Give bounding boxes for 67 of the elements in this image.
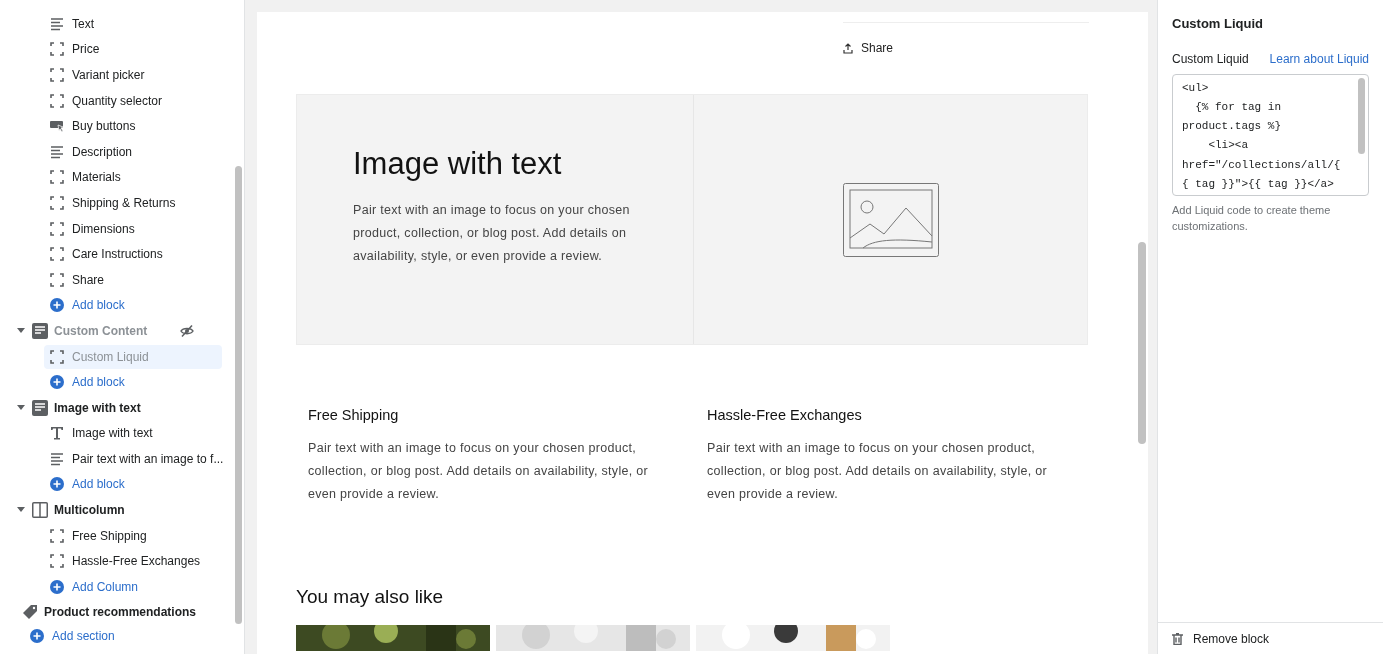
sidebar-item[interactable]: Buy buttons: [44, 114, 222, 139]
sidebar-item[interactable]: Image with text: [44, 421, 222, 446]
plus-circle-icon: [50, 298, 64, 313]
sidebar-item[interactable]: Hassle-Free Exchanges: [44, 549, 222, 574]
scrollbar-thumb[interactable]: [1138, 242, 1146, 444]
panel-title: Custom Liquid: [1172, 15, 1264, 33]
sidebar-item[interactable]: Care Instructions: [44, 242, 222, 267]
sidebar-item[interactable]: Shipping & Returns: [44, 190, 222, 215]
section-title[interactable]: Image with text: [54, 398, 194, 417]
section-icon: [32, 322, 48, 339]
caret-icon[interactable]: [17, 404, 25, 411]
plus-circle-icon: [50, 375, 64, 390]
columns-icon: [32, 502, 48, 519]
sidebar-item[interactable]: Dimensions: [44, 216, 222, 241]
help-text: Add Liquid code to create theme customizations.: [1172, 202, 1332, 234]
code-line: <li><a: [1207, 138, 1249, 154]
add-link[interactable]: Add block: [44, 370, 222, 395]
sidebar-item[interactable]: Text: [44, 11, 222, 36]
column-title: Free Shipping: [308, 406, 400, 425]
plus-circle-icon: [50, 579, 64, 594]
plus-circle-icon: [50, 477, 64, 492]
text-lines-icon: [50, 16, 64, 31]
text-lines-icon: [50, 451, 64, 466]
column-text: Pair text with an image to focus on your chosen product, collection, or blog post. Add details on availability, style, or even provide a review.: [308, 439, 649, 503]
plus-circle-icon: [30, 629, 44, 644]
sidebar-item[interactable]: Materials: [44, 165, 222, 190]
sidebar-item[interactable]: Pair text with an image to f...: [44, 446, 222, 471]
trash-icon[interactable]: [1172, 632, 1183, 645]
code-line: <ul>: [1182, 80, 1210, 96]
add-link[interactable]: Add Column: [44, 574, 222, 599]
code-line: {% for tag in: [1194, 99, 1283, 115]
banner-heading: Image with text: [353, 145, 563, 183]
add-link[interactable]: Add block: [44, 472, 222, 497]
letter-t-icon: [50, 426, 64, 441]
learn-link[interactable]: Learn about Liquid: [1269, 49, 1369, 68]
sidebar-item[interactable]: Quantity selector: [44, 88, 222, 113]
text-lines-icon: [50, 144, 64, 159]
banner-text: Pair text with an image to focus on your chosen product, collection, or blog post. Add details on availability, style, or even provide a review.: [353, 202, 631, 265]
section-icon: [32, 399, 48, 416]
code-line: href="/collections/all/{: [1182, 157, 1342, 173]
sidebar-item[interactable]: Description: [44, 139, 222, 164]
column-text: Pair text with an image to focus on your chosen product, collection, or blog post. Add details on availability, style, or even provide a review.: [707, 439, 1048, 503]
remove-block-button[interactable]: Remove block: [1193, 629, 1270, 648]
sidebar-item[interactable]: Free Shipping: [44, 523, 222, 548]
eye-off-icon[interactable]: [180, 324, 194, 337]
button-cursor-icon: [50, 119, 64, 134]
sidebar-item[interactable]: Variant picker: [44, 63, 222, 87]
sidebar-item[interactable]: Share: [44, 267, 222, 292]
code-field[interactable]: <ul> {% for tag in product.tags %} <li><a href="/collections/all/{ { tag }}">{{ tag }}</a>: [1172, 73, 1369, 196]
section-title[interactable]: Multicolumn: [54, 501, 194, 520]
share-icon[interactable]: [843, 42, 853, 54]
caret-icon[interactable]: [17, 507, 25, 514]
column-title: Hassle-Free Exchanges: [707, 406, 863, 425]
field-label: Custom Liquid: [1172, 50, 1249, 68]
section-title[interactable]: Product recommendations: [44, 603, 197, 622]
add-section-link[interactable]: Add section: [52, 627, 115, 646]
recommendations-heading: You may also like: [296, 584, 445, 609]
image-placeholder-icon: [842, 182, 939, 257]
add-link[interactable]: Add block: [44, 293, 222, 318]
tag-icon: [22, 604, 38, 621]
code-line: { tag }}">{{ tag }}</a>: [1182, 177, 1335, 192]
share-link[interactable]: Share: [861, 39, 894, 57]
scrollbar-thumb[interactable]: [234, 166, 242, 624]
code-line: product.tags %}: [1182, 119, 1283, 135]
scrollbar-thumb[interactable]: [1357, 77, 1365, 154]
caret-icon[interactable]: [17, 327, 25, 334]
sidebar-item[interactable]: Price: [44, 37, 222, 62]
